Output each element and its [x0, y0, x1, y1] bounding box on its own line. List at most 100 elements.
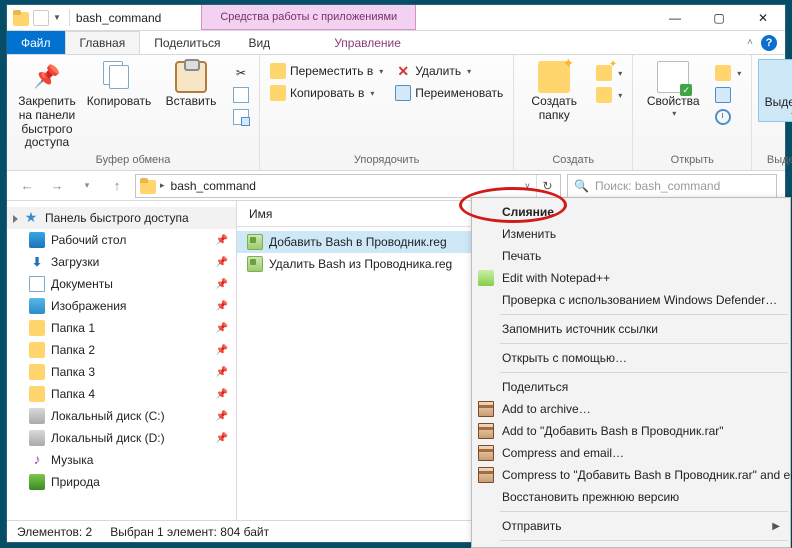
menu-compress-email-to[interactable]: Compress to "Добавить Bash в Проводник.r…	[472, 464, 790, 486]
tab-view[interactable]: Вид	[234, 31, 284, 54]
winrar-icon	[478, 467, 494, 483]
menu-send[interactable]: Отправить▶	[472, 515, 790, 537]
new-folder-icon	[538, 61, 570, 93]
body: ★Панель быстрого доступа Рабочий стол📌 ⬇…	[7, 201, 785, 520]
edit-button[interactable]	[711, 85, 745, 105]
new-item-icon	[596, 65, 612, 81]
close-button[interactable]: ✕	[741, 5, 785, 30]
ribbon-tabs: Файл Главная Поделиться Вид Управление ˄…	[7, 31, 785, 55]
refresh-button[interactable]: ↻	[536, 175, 558, 197]
sidebar-music[interactable]: ♪Музыка	[7, 449, 236, 471]
address-bar[interactable]: ▸ bash_command ˅ ↻	[135, 174, 561, 198]
minimize-button[interactable]: —	[653, 5, 697, 30]
maximize-button[interactable]: ▢	[697, 5, 741, 30]
menu-remember-source[interactable]: Запомнить источник ссылки	[472, 318, 790, 340]
menu-open-with[interactable]: Открыть с помощью…	[472, 347, 790, 369]
delete-button[interactable]: ✕Удалить▾	[391, 61, 507, 81]
easy-access-icon	[596, 87, 612, 103]
sidebar-drive-c[interactable]: Локальный диск (C:)📌	[7, 405, 236, 427]
cut-button[interactable]: ✂	[229, 63, 253, 83]
tab-manage[interactable]: Управление	[320, 31, 415, 54]
sidebar-folder-2[interactable]: Папка 2📌	[7, 339, 236, 361]
sidebar-desktop[interactable]: Рабочий стол📌	[7, 229, 236, 251]
star-icon: ★	[23, 210, 39, 226]
pin-icon: 📌	[216, 389, 228, 400]
menu-defender[interactable]: Проверка с использованием Windows Defend…	[472, 289, 790, 311]
downloads-icon: ⬇	[29, 254, 45, 270]
back-button[interactable]: ←	[15, 174, 39, 198]
copy-label: Копировать	[87, 95, 152, 109]
address-segment[interactable]: bash_command	[167, 179, 260, 193]
sidebar-nature[interactable]: Природа	[7, 471, 236, 493]
move-icon	[270, 63, 286, 79]
tab-share[interactable]: Поделиться	[140, 31, 234, 54]
delete-icon: ✕	[395, 63, 411, 79]
paste-button[interactable]: Вставить	[157, 59, 225, 111]
pin-quickaccess-button[interactable]: 📌 Закрепить на панели быстрого доступа	[13, 59, 81, 152]
content: Имя Добавить Bash в Проводник.reg Удалит…	[237, 201, 785, 520]
cut-icon: ✂	[233, 65, 249, 81]
menu-share[interactable]: Поделиться	[472, 376, 790, 398]
copy-to-button[interactable]: Копировать в▾	[266, 83, 387, 103]
move-to-button[interactable]: Переместить в▾	[266, 61, 387, 81]
group-select-label: Выделить	[758, 152, 792, 170]
menu-add-archive[interactable]: Add to archive…	[472, 398, 790, 420]
pin-icon: 📌	[216, 257, 228, 268]
address-dropdown-icon[interactable]: ˅	[521, 181, 534, 191]
new-item-button[interactable]: ▾	[592, 63, 626, 83]
select-label: Выделить	[765, 96, 792, 110]
copy-button[interactable]: Копировать	[85, 59, 153, 111]
copy-path-button[interactable]	[229, 85, 253, 105]
search-input[interactable]: 🔍 Поиск: bash_command	[567, 174, 777, 198]
search-placeholder: Поиск: bash_command	[595, 179, 720, 193]
sidebar-downloads[interactable]: ⬇Загрузки📌	[7, 251, 236, 273]
rename-icon	[395, 85, 411, 101]
open-button[interactable]: ▾	[711, 63, 745, 83]
select-icon	[776, 62, 792, 94]
sidebar-folder-3[interactable]: Папка 3📌	[7, 361, 236, 383]
winrar-icon	[478, 423, 494, 439]
recent-dropdown[interactable]: ▾	[75, 174, 99, 198]
help-icon[interactable]: ?	[761, 35, 777, 51]
up-button[interactable]: ↑	[105, 174, 129, 198]
easy-access-button[interactable]: ▾	[592, 85, 626, 105]
history-button[interactable]	[711, 107, 745, 127]
select-button[interactable]: Выделить ▾	[758, 59, 792, 122]
menu-restore-version[interactable]: Восстановить прежнюю версию	[472, 486, 790, 508]
drive-icon	[29, 430, 45, 446]
sidebar-folder-4[interactable]: Папка 4📌	[7, 383, 236, 405]
menu-edit[interactable]: Изменить	[472, 223, 790, 245]
menu-print[interactable]: Печать	[472, 245, 790, 267]
status-selection: Выбран 1 элемент: 804 байт	[110, 525, 269, 539]
pictures-icon	[29, 298, 45, 314]
forward-button[interactable]: →	[45, 174, 69, 198]
copy-icon	[103, 61, 135, 93]
group-open-label: Открыть	[639, 152, 745, 170]
rename-button[interactable]: Переименовать	[391, 83, 507, 103]
sidebar-folder-1[interactable]: Папка 1📌	[7, 317, 236, 339]
new-folder-button[interactable]: Создать папку	[520, 59, 588, 125]
tab-file[interactable]: Файл	[7, 31, 65, 54]
menu-notepadpp[interactable]: Edit with Notepad++	[472, 267, 790, 289]
qat-dropdown-icon[interactable]: ▼	[53, 13, 61, 22]
menu-compress-email[interactable]: Compress and email…	[472, 442, 790, 464]
sidebar-pictures[interactable]: Изображения📌	[7, 295, 236, 317]
file-name: Добавить Bash в Проводник.reg	[269, 235, 447, 249]
sidebar-quick-access[interactable]: ★Панель быстрого доступа	[7, 207, 236, 229]
properties-button[interactable]: Свойства ▾	[639, 59, 707, 120]
titlebar: ▼ bash_command Средства работы с приложе…	[7, 5, 785, 31]
menu-add-rar[interactable]: Add to "Добавить Bash в Проводник.rar"	[472, 420, 790, 442]
tab-home[interactable]: Главная	[65, 31, 141, 54]
group-organize-label: Упорядочить	[266, 152, 507, 170]
chevron-down-icon: ▾	[379, 67, 383, 76]
qat-placeholder[interactable]	[33, 10, 49, 26]
notepadpp-icon	[478, 270, 494, 286]
pin-icon: 📌	[31, 61, 63, 93]
sidebar-documents[interactable]: Документы📌	[7, 273, 236, 295]
menu-merge[interactable]: Слияние	[472, 201, 790, 223]
sidebar-drive-d[interactable]: Локальный диск (D:)📌	[7, 427, 236, 449]
paste-shortcut-button[interactable]	[229, 107, 253, 127]
ribbon-collapse-icon[interactable]: ˄	[747, 37, 753, 48]
context-menu: Слияние Изменить Печать Edit with Notepa…	[471, 197, 791, 548]
explorer-window: ▼ bash_command Средства работы с приложе…	[6, 4, 786, 543]
